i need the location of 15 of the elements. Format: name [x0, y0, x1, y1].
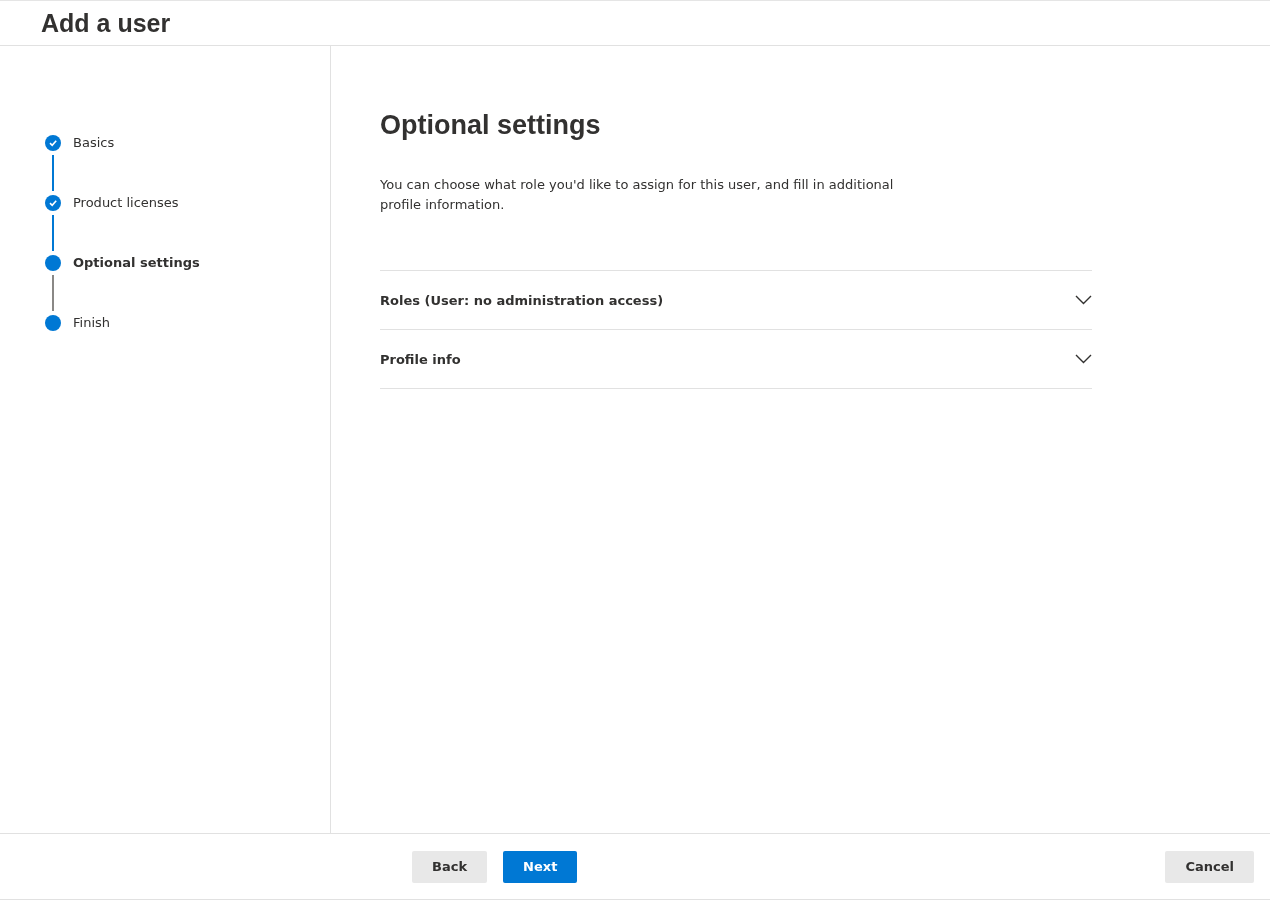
step-label: Basics — [73, 135, 115, 151]
page-title: Add a user — [41, 8, 171, 38]
section-title: Optional settings — [380, 110, 602, 141]
step-connector — [52, 155, 54, 191]
description-text: You can choose what role you'd like to assign for this user, and fill in additional profile information. — [380, 176, 895, 214]
step-label: Finish — [73, 315, 110, 331]
back-button[interactable]: Back — [412, 850, 488, 883]
chevron-icon — [1075, 354, 1092, 364]
step-label: Optional settings — [73, 255, 200, 271]
next-button[interactable]: Next — [503, 850, 578, 883]
cancel-button[interactable]: Cancel — [1165, 850, 1254, 883]
step-connector — [52, 215, 54, 251]
step-label: Product licenses — [73, 195, 179, 211]
step-connector — [52, 275, 54, 311]
chevron-icon — [1075, 295, 1092, 305]
